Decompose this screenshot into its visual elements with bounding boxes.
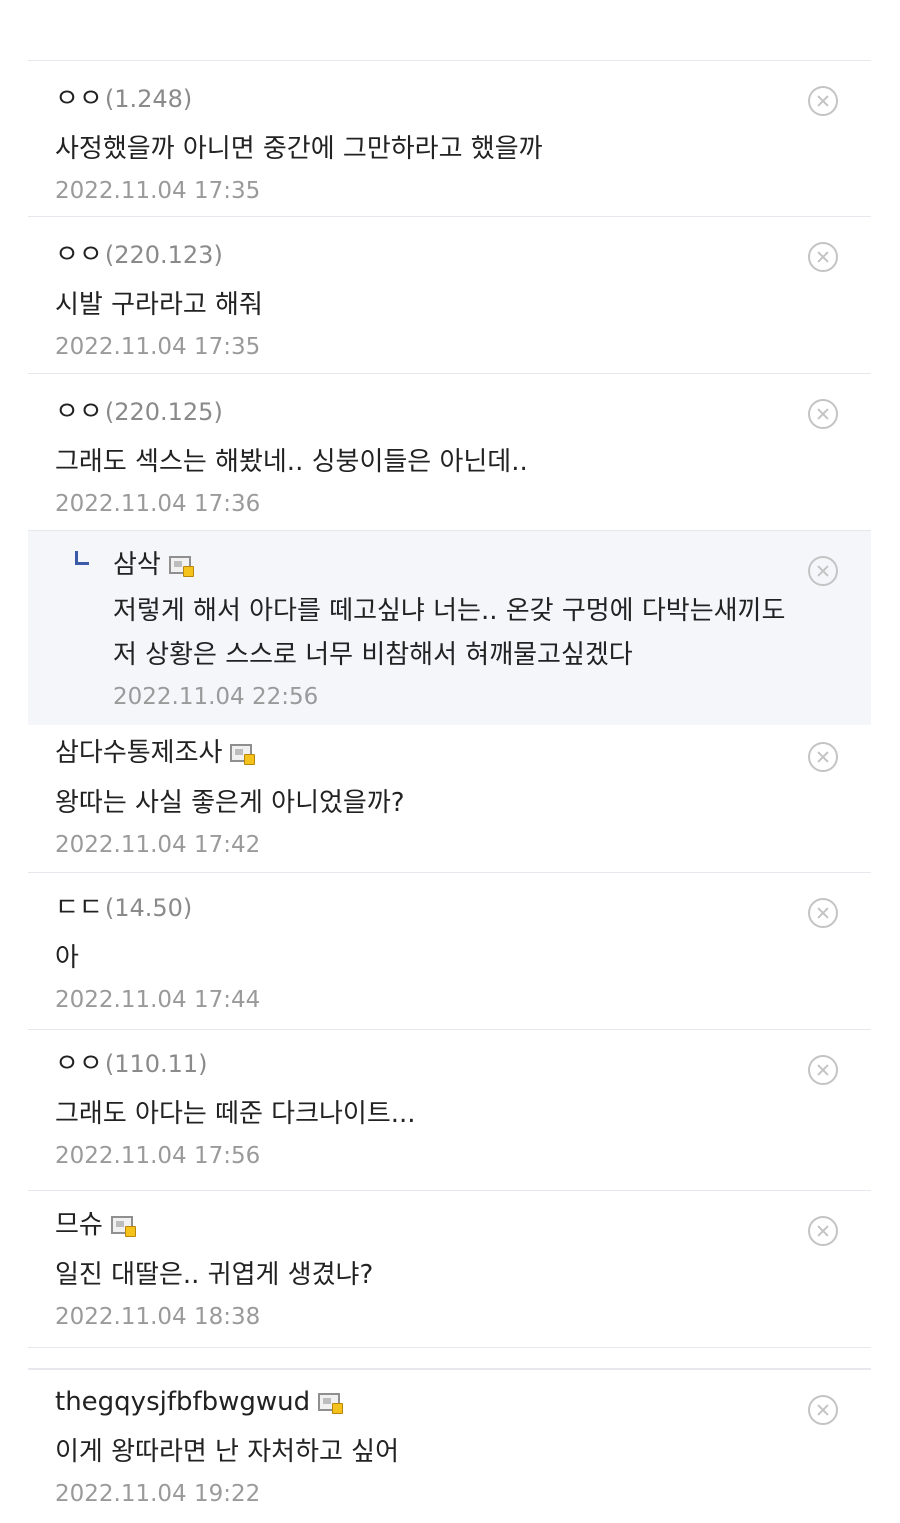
comment-item: thegqysjfbfbwgwud 이게 왕따라면 난 자처하고 싶어 2022… xyxy=(28,1368,871,1520)
gallery-member-icon xyxy=(318,1393,344,1414)
author-ip: (220.125) xyxy=(104,398,223,426)
comment-text: 사정했을까 아니면 중간에 그만하라고 했을까 xyxy=(55,134,543,164)
comment-body: 므슈 일진 대딸은.. 귀엽게 생겼냐? 2022.11.04 18:38 xyxy=(55,1207,801,1333)
comment-text: 시발 구라라고 해줘 xyxy=(55,290,263,320)
comment-date: 2022.11.04 17:44 xyxy=(55,987,261,1013)
delete-comment-button[interactable] xyxy=(808,242,838,272)
gallery-member-icon xyxy=(168,556,194,577)
comment-list: ㅇㅇ(1.248) 사정했을까 아니면 중간에 그만하라고 했을까 2022.1… xyxy=(28,60,871,1520)
comment-text: 이게 왕따라면 난 자처하고 싶어 xyxy=(55,1437,400,1467)
author-ip: (14.50) xyxy=(104,894,193,922)
comment-text: 저렇게 해서 아다를 떼고싶냐 너는.. 온갖 구멍에 다박는새끼도 저 상황은… xyxy=(113,596,786,670)
comment-body: ㅇㅇ(110.11) 그래도 아다는 떼준 다크나이트... 2022.11.0… xyxy=(55,1046,801,1172)
comment-author: thegqysjfbfbwgwud xyxy=(55,1384,801,1420)
author-name[interactable]: 삼삭 xyxy=(113,550,161,580)
comment-date: 2022.11.04 17:56 xyxy=(55,1143,261,1169)
comment-body: 삼삭 저렇게 해서 아다를 떼고싶냐 너는.. 온갖 구멍에 다박는새끼도 저 … xyxy=(113,547,801,713)
comment-body: thegqysjfbfbwgwud 이게 왕따라면 난 자처하고 싶어 2022… xyxy=(55,1384,801,1510)
author-ip: (220.123) xyxy=(104,241,223,269)
comment-item: ㅇㅇ(220.125) 그래도 섹스는 해봤네.. 싱붕이들은 아닌데.. 20… xyxy=(28,374,871,531)
comment-author: ㅇㅇ(110.11) xyxy=(55,1046,801,1082)
author-name[interactable]: ㅇㅇ xyxy=(55,1049,103,1079)
comment-author: 므슈 xyxy=(55,1207,801,1243)
reply-arrow-icon xyxy=(75,551,89,565)
comment-date: 2022.11.04 17:35 xyxy=(55,178,261,204)
delete-comment-button[interactable] xyxy=(808,898,838,928)
comment-author: 삼삭 xyxy=(113,547,801,583)
author-name[interactable]: 삼다수통제조사 xyxy=(55,738,222,768)
comment-date: 2022.11.04 19:22 xyxy=(55,1481,261,1507)
comment-text: 아 xyxy=(55,943,79,973)
delete-comment-button[interactable] xyxy=(808,1216,838,1246)
comment-item: ㅇㅇ(220.123) 시발 구라라고 해줘 2022.11.04 17:35 xyxy=(28,217,871,374)
comment-item: ㅇㅇ(110.11) 그래도 아다는 떼준 다크나이트... 2022.11.0… xyxy=(28,1030,871,1191)
author-name[interactable]: thegqysjfbfbwgwud xyxy=(55,1387,310,1417)
author-name[interactable]: ㄷㄷ xyxy=(55,893,103,923)
comment-body: ㅇㅇ(1.248) 사정했을까 아니면 중간에 그만하라고 했을까 2022.1… xyxy=(55,81,801,207)
comment-body: ㄷㄷ(14.50) 아 2022.11.04 17:44 xyxy=(55,890,801,1016)
gallery-member-icon xyxy=(230,744,256,765)
comment-text: 그래도 아다는 떼준 다크나이트... xyxy=(55,1099,416,1129)
comment-author: ㅇㅇ(220.125) xyxy=(55,394,801,430)
comment-item: ㅇㅇ(1.248) 사정했을까 아니면 중간에 그만하라고 했을까 2022.1… xyxy=(28,61,871,217)
comment-date: 2022.11.04 18:38 xyxy=(55,1304,261,1330)
delete-comment-button[interactable] xyxy=(808,1055,838,1085)
delete-comment-button[interactable] xyxy=(808,742,838,772)
delete-comment-button[interactable] xyxy=(808,1395,838,1425)
comment-author: ㅇㅇ(220.123) xyxy=(55,237,801,273)
comment-author: 삼다수통제조사 xyxy=(55,735,801,771)
comment-body: ㅇㅇ(220.125) 그래도 섹스는 해봤네.. 싱붕이들은 아닌데.. 20… xyxy=(55,394,801,520)
comment-author: ㄷㄷ(14.50) xyxy=(55,890,801,926)
comment-body: ㅇㅇ(220.123) 시발 구라라고 해줘 2022.11.04 17:35 xyxy=(55,237,801,363)
comment-body: 삼다수통제조사 왕따는 사실 좋은게 아니었을까? 2022.11.04 17:… xyxy=(55,735,801,861)
comment-date: 2022.11.04 17:36 xyxy=(55,491,261,517)
reply-comment-item: 삼삭 저렇게 해서 아다를 떼고싶냐 너는.. 온갖 구멍에 다박는새끼도 저 … xyxy=(28,531,871,725)
delete-comment-button[interactable] xyxy=(808,86,838,116)
comment-item: 삼다수통제조사 왕따는 사실 좋은게 아니었을까? 2022.11.04 17:… xyxy=(28,725,871,873)
author-name[interactable]: ㅇㅇ xyxy=(55,240,103,270)
comment-author: ㅇㅇ(1.248) xyxy=(55,81,801,117)
comment-date: 2022.11.04 17:35 xyxy=(55,334,261,360)
gallery-member-icon xyxy=(110,1216,136,1237)
comment-item: 므슈 일진 대딸은.. 귀엽게 생겼냐? 2022.11.04 18:38 xyxy=(28,1191,871,1348)
comment-date: 2022.11.04 17:42 xyxy=(55,832,261,858)
author-ip: (110.11) xyxy=(104,1050,208,1078)
author-name[interactable]: 므슈 xyxy=(55,1210,103,1240)
comment-date: 2022.11.04 22:56 xyxy=(113,684,319,710)
comment-text: 그래도 섹스는 해봤네.. 싱붕이들은 아닌데.. xyxy=(55,447,528,477)
delete-comment-button[interactable] xyxy=(808,399,838,429)
delete-comment-button[interactable] xyxy=(808,556,838,586)
author-ip: (1.248) xyxy=(104,85,193,113)
author-name[interactable]: ㅇㅇ xyxy=(55,84,103,114)
comment-text: 왕따는 사실 좋은게 아니었을까? xyxy=(55,788,405,818)
comment-item: ㄷㄷ(14.50) 아 2022.11.04 17:44 xyxy=(28,873,871,1030)
comment-text: 일진 대딸은.. 귀엽게 생겼냐? xyxy=(55,1260,374,1290)
author-name[interactable]: ㅇㅇ xyxy=(55,397,103,427)
